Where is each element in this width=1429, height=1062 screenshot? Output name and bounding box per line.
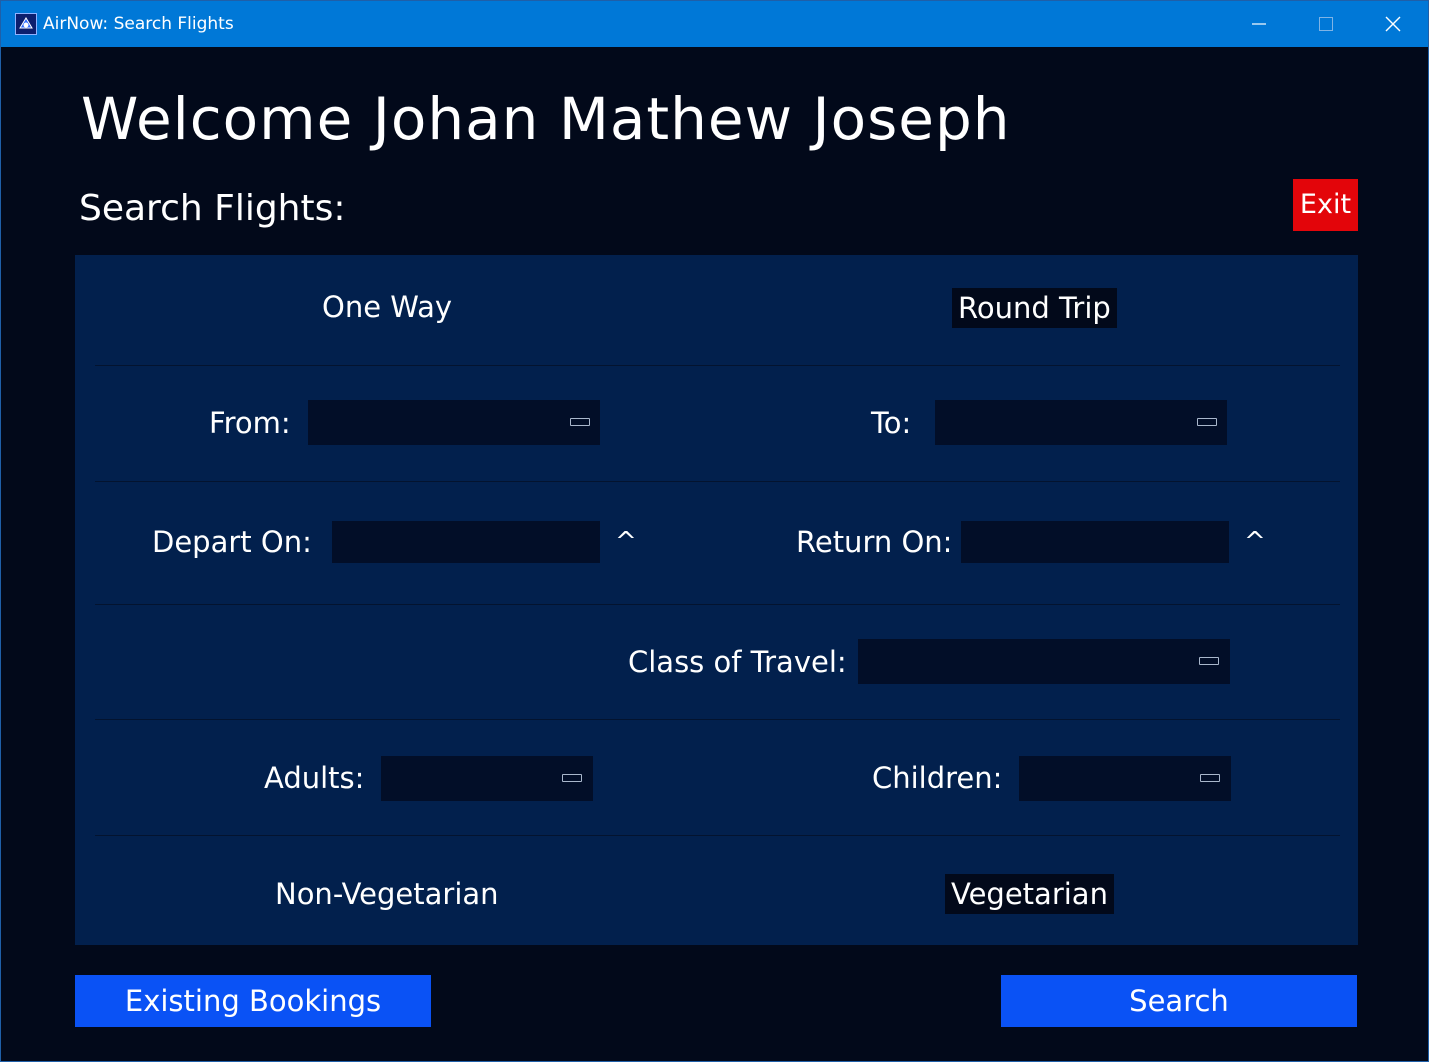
maximize-icon bbox=[1319, 17, 1333, 31]
search-button[interactable]: Search bbox=[1001, 975, 1357, 1027]
minimize-button[interactable] bbox=[1226, 1, 1292, 47]
window-title: AirNow: Search Flights bbox=[43, 14, 234, 34]
divider bbox=[95, 481, 1340, 482]
to-dropdown[interactable] bbox=[935, 400, 1227, 445]
adults-label: Adults: bbox=[264, 761, 365, 795]
existing-bookings-button[interactable]: Existing Bookings bbox=[75, 975, 431, 1027]
from-dropdown[interactable] bbox=[308, 400, 600, 445]
vegetarian-option[interactable]: Vegetarian bbox=[945, 874, 1114, 914]
depart-label: Depart On: bbox=[152, 525, 312, 559]
dropdown-icon bbox=[1200, 774, 1220, 782]
welcome-heading: Welcome Johan Mathew Joseph bbox=[81, 85, 1011, 153]
search-form-panel: One Way Round Trip From: To: Depart On: … bbox=[75, 255, 1358, 945]
dropdown-icon bbox=[1197, 418, 1217, 426]
to-label: To: bbox=[871, 406, 912, 440]
return-date-field[interactable] bbox=[961, 521, 1229, 563]
divider bbox=[95, 604, 1340, 605]
app-window: AirNow: Search Flights Welcome Johan Mat… bbox=[0, 0, 1429, 1062]
divider bbox=[95, 365, 1340, 366]
non-vegetarian-option[interactable]: Non-Vegetarian bbox=[275, 874, 499, 914]
app-icon bbox=[15, 13, 37, 35]
return-calendar-toggle[interactable]: ^ bbox=[1244, 527, 1266, 557]
maximize-button[interactable] bbox=[1293, 1, 1359, 47]
round-trip-option[interactable]: Round Trip bbox=[952, 288, 1117, 328]
class-dropdown[interactable] bbox=[858, 639, 1230, 684]
close-icon bbox=[1385, 16, 1401, 32]
dropdown-icon bbox=[562, 774, 582, 782]
depart-date-field[interactable] bbox=[332, 521, 600, 563]
dropdown-icon bbox=[1199, 657, 1219, 665]
section-title: Search Flights: bbox=[79, 188, 346, 229]
exit-button[interactable]: Exit bbox=[1293, 179, 1358, 231]
depart-calendar-toggle[interactable]: ^ bbox=[615, 527, 637, 557]
divider bbox=[95, 835, 1340, 836]
children-dropdown[interactable] bbox=[1019, 756, 1231, 801]
divider bbox=[95, 719, 1340, 720]
one-way-option[interactable]: One Way bbox=[322, 287, 452, 327]
class-label: Class of Travel: bbox=[628, 645, 847, 679]
dropdown-icon bbox=[570, 418, 590, 426]
minimize-icon bbox=[1252, 23, 1266, 25]
title-bar[interactable]: AirNow: Search Flights bbox=[1, 1, 1428, 47]
children-label: Children: bbox=[872, 761, 1003, 795]
adults-dropdown[interactable] bbox=[381, 756, 593, 801]
from-label: From: bbox=[209, 406, 291, 440]
return-label: Return On: bbox=[796, 525, 953, 559]
close-button[interactable] bbox=[1360, 1, 1426, 47]
